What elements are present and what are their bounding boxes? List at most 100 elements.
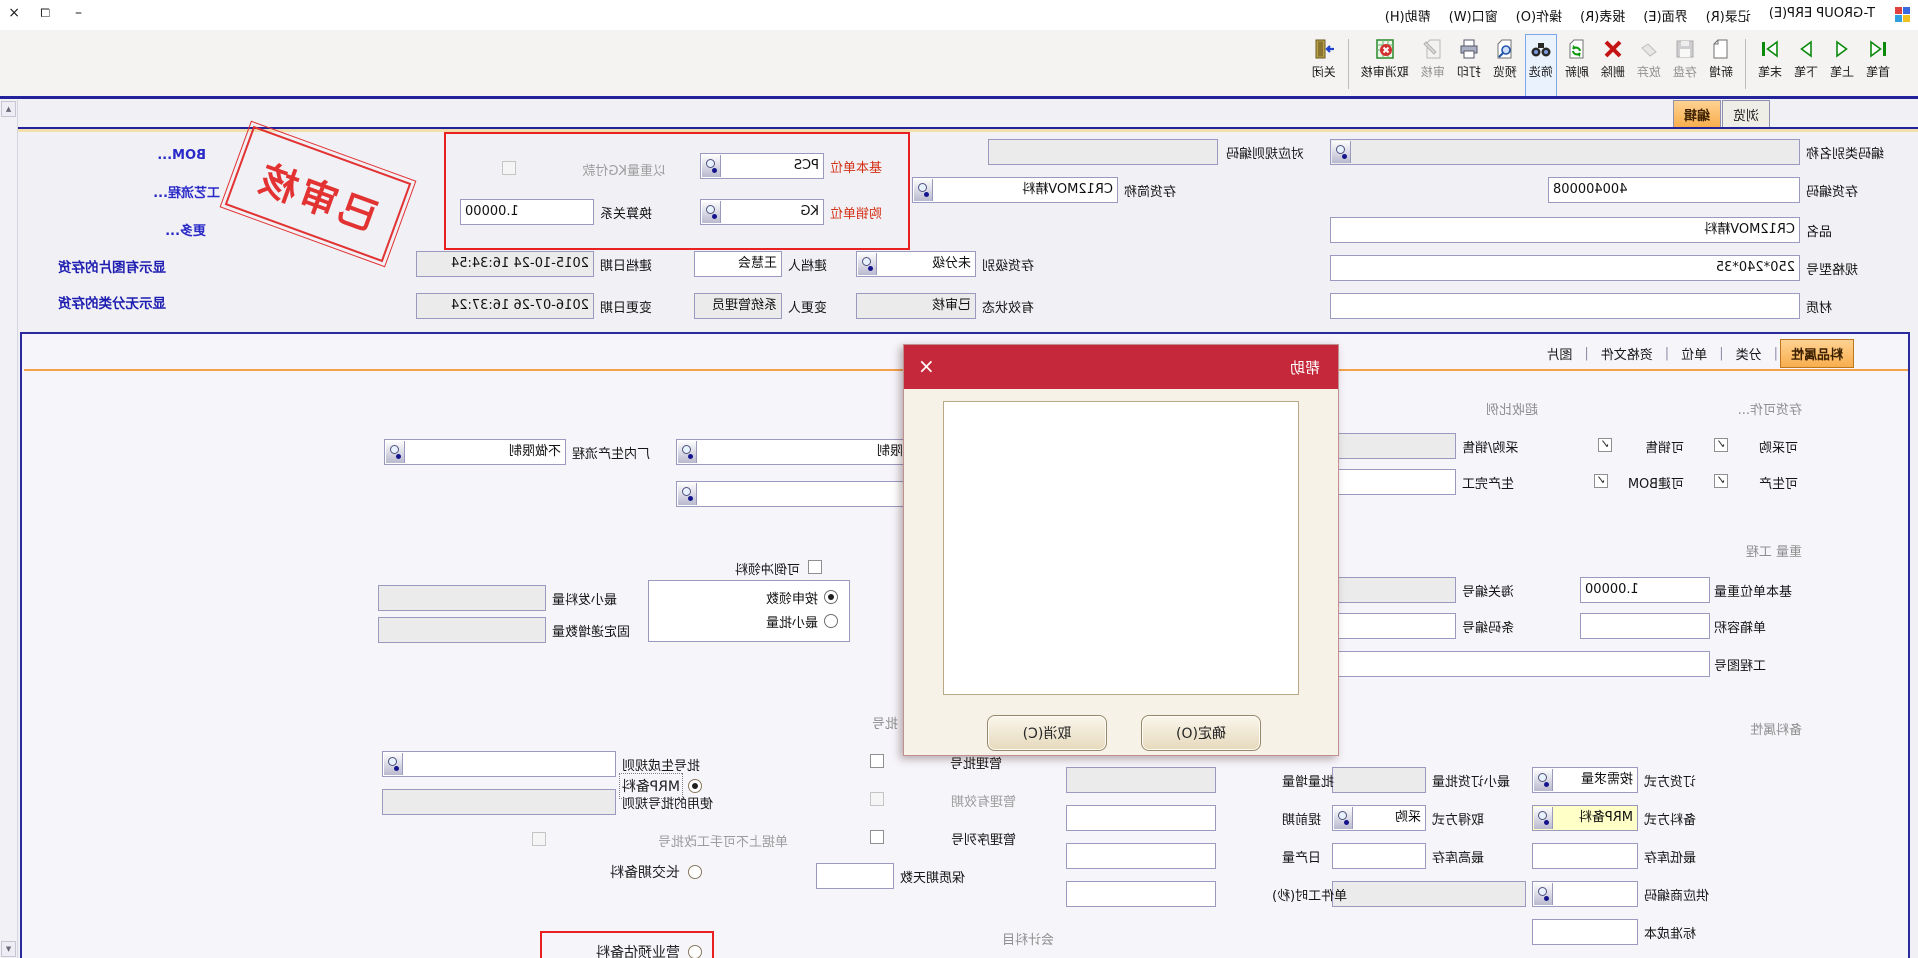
checkbox-ksc[interactable] <box>1714 474 1728 488</box>
field-flowB[interactable]: 不做限制 <box>676 439 934 465</box>
field-cz[interactable] <box>1330 293 1800 319</box>
link-3[interactable]: 显示有图片的存货 <box>58 256 166 276</box>
detail-tab-图片[interactable]: 图片 <box>1536 340 1582 367</box>
menu-item-1[interactable]: 记录(R) <box>1697 6 1760 25</box>
scroll-up-icon[interactable]: ▲ <box>1 101 16 117</box>
field-qdfs[interactable]: 采购 <box>1332 805 1426 831</box>
unaudit-button[interactable]: 取消审核 <box>1357 34 1413 98</box>
menu-item-0[interactable]: T-GROUP ERP(E) <box>1760 6 1884 25</box>
field-jdrq[interactable]: 2015-10-24 16:34:54 <box>416 251 594 277</box>
cancel-button[interactable]: 取消(C) <box>987 715 1107 751</box>
field-hgbh[interactable] <box>1334 577 1456 603</box>
lookup-button-qdfs[interactable] <box>1334 807 1353 829</box>
field-chjc[interactable]: CR12MOV精料 <box>912 177 1118 203</box>
new-button[interactable]: 新增 <box>1705 34 1737 98</box>
field-syph[interactable] <box>382 789 616 815</box>
field-bgr[interactable]: 系统管理员 <box>694 293 782 319</box>
lookup-button-flowB[interactable] <box>678 441 697 463</box>
first-button[interactable]: 首笔 <box>1862 34 1894 98</box>
field-jdr[interactable]: 王慧会 <box>694 251 782 277</box>
view-tab-编辑[interactable]: 编辑 <box>1673 100 1721 127</box>
checkbox-kdc[interactable] <box>808 560 822 574</box>
checkbox-kcg[interactable] <box>1714 438 1728 452</box>
field-dxrj[interactable] <box>1580 613 1710 639</box>
scroll-down-icon[interactable]: ▼ <box>1 941 16 957</box>
prev-button[interactable]: 上笔 <box>1826 34 1858 98</box>
restore-button[interactable]: ❐ <box>40 7 50 20</box>
field-gdzz[interactable] <box>378 617 546 643</box>
field-cnsc[interactable]: 不做限制 <box>384 439 566 465</box>
field-tmbh[interactable] <box>1334 613 1456 639</box>
ok-button[interactable]: 确定(O) <box>1141 715 1261 751</box>
close-button[interactable]: × <box>8 5 20 21</box>
dialog-close-icon[interactable]: × <box>918 354 935 378</box>
detail-tab-资格文件[interactable]: 资格文件 <box>1591 340 1663 367</box>
detail-tab-单位[interactable]: 单位 <box>1671 340 1717 367</box>
field-tqq[interactable] <box>1066 805 1216 831</box>
preview-button[interactable]: 预览 <box>1489 34 1521 98</box>
vertical-scrollbar[interactable]: ▲ ▼ <box>0 100 18 958</box>
field-pm[interactable]: CR12MOV精料 <box>1330 217 1800 243</box>
refresh-button[interactable]: 刷新 <box>1561 34 1593 98</box>
field-chjb[interactable]: 未分级 <box>856 251 976 277</box>
field-zgkc[interactable] <box>1332 843 1426 869</box>
field-scwg[interactable] <box>1334 469 1456 495</box>
menu-item-4[interactable]: 操作(O) <box>1507 6 1571 25</box>
checkbox-glxlh[interactable] <box>870 830 884 844</box>
field-dhfs[interactable]: 按需求量 <box>1532 767 1638 793</box>
menu-item-2[interactable]: 界面(E) <box>1634 6 1696 25</box>
radio-bsl[interactable] <box>824 590 838 604</box>
radio-zxpl[interactable] <box>824 614 838 628</box>
detail-tab-料品属性[interactable]: 料品属性 <box>1780 339 1854 368</box>
link-4[interactable]: 显示无分类的存货 <box>58 292 166 312</box>
lookup-button-bmlb[interactable] <box>1332 141 1351 163</box>
close-button[interactable]: 关闭 <box>1308 34 1340 98</box>
lookup-button-cnsc[interactable] <box>386 441 405 463</box>
field-bgrq[interactable]: 2016-07-26 16:37:24 <box>416 293 594 319</box>
field-bzq[interactable] <box>816 863 894 889</box>
menu-item-5[interactable]: 窗口(W) <box>1440 6 1507 25</box>
lookup-button-flowC[interactable] <box>678 483 697 505</box>
dialog-radio-cjq[interactable] <box>688 865 702 879</box>
dialog-radio-mrp[interactable] <box>688 779 702 793</box>
field-gctz[interactable] <box>1332 651 1710 677</box>
dialog-titlebar[interactable]: 帮助 × <box>904 345 1338 389</box>
last-button[interactable]: 末笔 <box>1754 34 1786 98</box>
field-bmlb[interactable] <box>1330 139 1800 165</box>
menu-item-3[interactable]: 报表(R) <box>1571 6 1634 25</box>
delete-button[interactable]: 删除 <box>1597 34 1629 98</box>
checkbox-kjbom[interactable] <box>1594 474 1608 488</box>
link-0[interactable]: BOM... <box>157 148 206 163</box>
lookup-button-gys[interactable] <box>1534 883 1553 905</box>
view-tab-浏览[interactable]: 浏览 <box>1722 100 1770 127</box>
field-bzcb[interactable] <box>1532 919 1638 945</box>
field-phgz[interactable] <box>382 751 616 777</box>
link-2[interactable]: 更多... <box>165 220 206 239</box>
lookup-button-chjc[interactable] <box>914 179 933 201</box>
checkbox-kxs[interactable] <box>1598 438 1612 452</box>
field-yxzt[interactable]: 已审核 <box>856 293 976 319</box>
field-dygz[interactable] <box>988 139 1218 165</box>
field-chbm[interactable]: 400400008 <box>1548 177 1800 203</box>
link-1[interactable]: 工艺流程... <box>153 182 220 201</box>
field-djgs[interactable] <box>1066 881 1216 907</box>
field-rcl[interactable] <box>1066 843 1216 869</box>
field-cgxs[interactable] <box>1334 433 1456 459</box>
field-gys[interactable] <box>1532 881 1638 907</box>
field-blfs[interactable]: MRP备料 <box>1532 805 1638 831</box>
lookup-button-blfs[interactable] <box>1534 807 1553 829</box>
lookup-button-dhfs[interactable] <box>1534 769 1553 791</box>
next-button[interactable]: 下笔 <box>1790 34 1822 98</box>
lookup-button-phgz[interactable] <box>384 753 403 775</box>
field-zxfl[interactable] <box>378 585 546 611</box>
detail-tab-分类[interactable]: 分类 <box>1726 340 1772 367</box>
filter-button[interactable]: 筛选 <box>1525 34 1557 98</box>
field-flowC[interactable] <box>676 481 934 507</box>
menu-item-6[interactable]: 帮助(H) <box>1376 6 1440 25</box>
field-ggxh[interactable]: 250*240*35 <box>1330 255 1800 281</box>
checkbox-glph[interactable] <box>870 754 884 768</box>
field-jbzl[interactable]: 1.00000 <box>1580 577 1710 603</box>
minimize-button[interactable]: – <box>75 5 82 21</box>
field-plzl[interactable] <box>1066 767 1216 793</box>
field-zdkc[interactable] <box>1532 843 1638 869</box>
